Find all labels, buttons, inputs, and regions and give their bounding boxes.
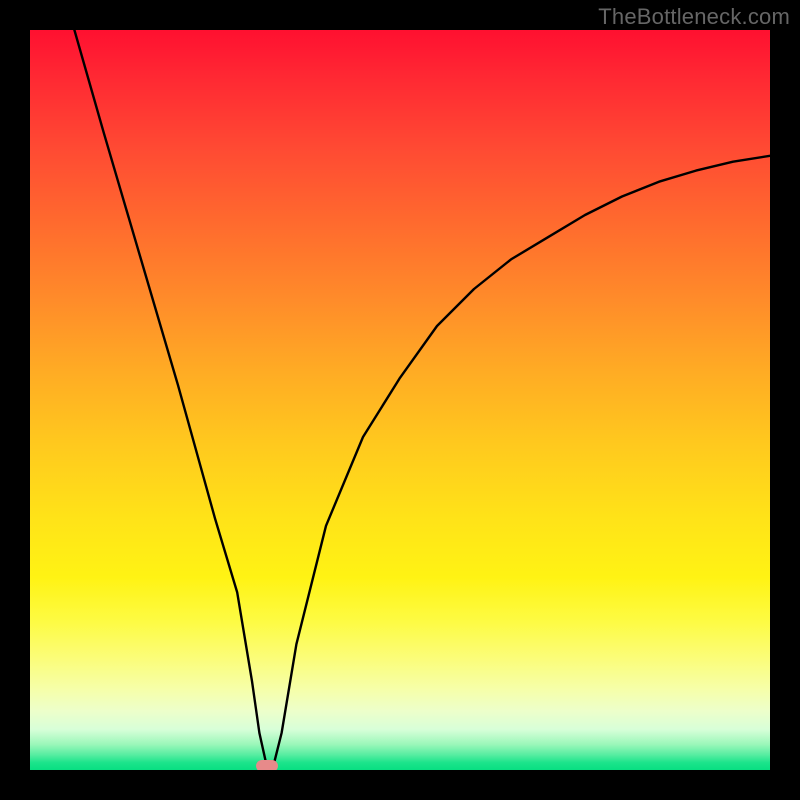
bottleneck-curve	[30, 30, 770, 770]
plot-area	[30, 30, 770, 770]
watermark-text: TheBottleneck.com	[598, 4, 790, 30]
chart-frame: TheBottleneck.com	[0, 0, 800, 800]
optimal-point-marker	[256, 760, 278, 770]
